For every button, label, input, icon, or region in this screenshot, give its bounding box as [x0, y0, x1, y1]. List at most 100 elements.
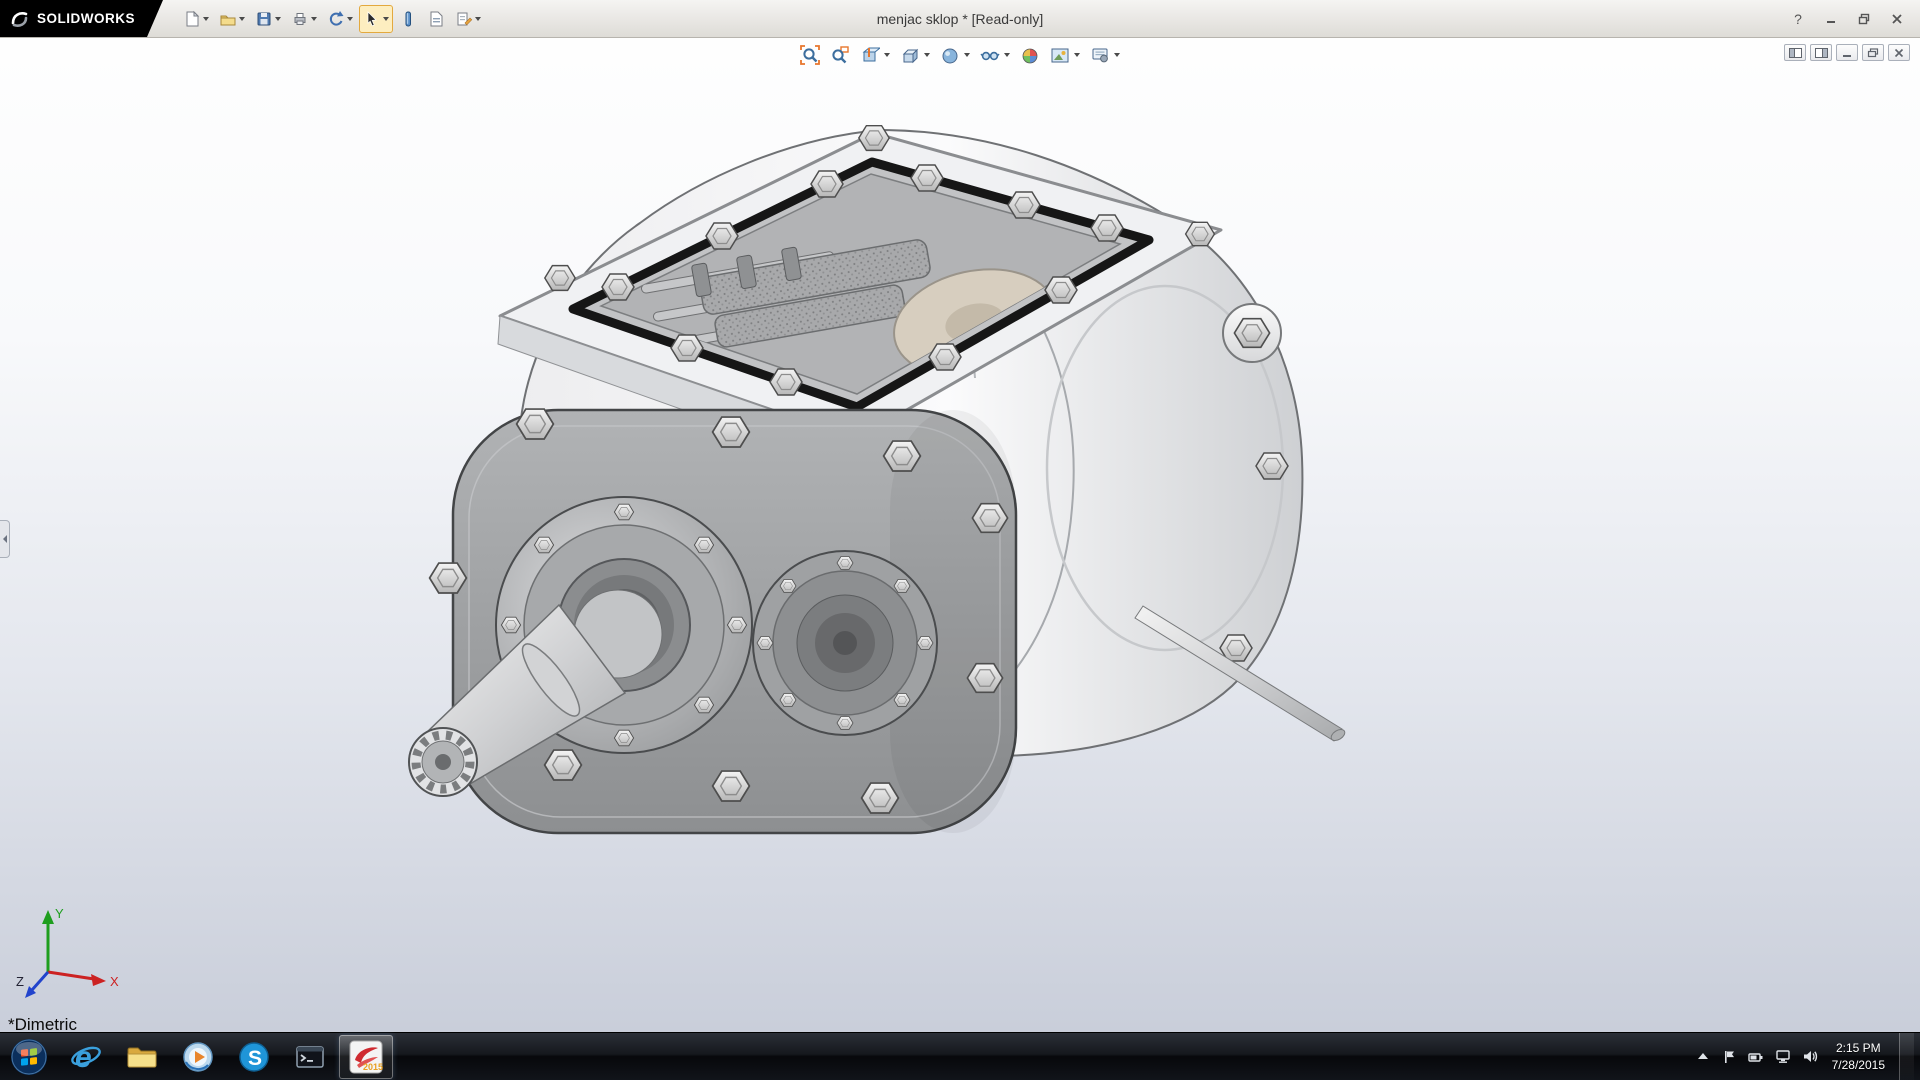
solidworks-window: SOLIDWORKS: [0, 0, 1920, 1080]
undo-button[interactable]: [323, 5, 357, 33]
zoom-to-area-icon: [830, 45, 850, 65]
svg-text:e: e: [75, 1041, 92, 1074]
power-options-button[interactable]: [1747, 1050, 1765, 1064]
view-orientation-button[interactable]: [897, 43, 933, 67]
doc-close-button[interactable]: [1888, 44, 1910, 61]
solidworks-brand: SOLIDWORKS: [0, 0, 163, 37]
quick-access-toolbar: [179, 5, 485, 33]
clock-date: 7/28/2015: [1832, 1057, 1885, 1073]
dropdown-caret: [475, 17, 481, 21]
save-button[interactable]: [251, 5, 285, 33]
pane-right-button[interactable]: [1810, 44, 1832, 61]
x-axis-arrow: [91, 974, 106, 986]
restore-button[interactable]: [1849, 7, 1879, 31]
dropdown-caret: [383, 17, 389, 21]
taskbar-app-media-player[interactable]: [171, 1035, 225, 1079]
dropdown-caret: [1004, 53, 1010, 57]
display-style-button[interactable]: [937, 43, 973, 67]
undo-icon: [327, 10, 345, 28]
dropdown-caret: [884, 53, 890, 57]
edit-appearance-ball-button[interactable]: [1017, 43, 1043, 67]
doc-minimize-button[interactable]: [1836, 44, 1858, 61]
open-folder-icon: [219, 10, 237, 28]
dropdown-caret: [311, 17, 317, 21]
select-tool-button[interactable]: [359, 5, 393, 33]
z-axis-label: Z: [16, 974, 24, 989]
heads-up-view-toolbar: [791, 41, 1129, 69]
brand-label: SOLIDWORKS: [37, 11, 135, 26]
pane-left-button[interactable]: [1784, 44, 1806, 61]
apply-scene-button[interactable]: [1047, 43, 1083, 67]
window-title: menjac sklop * [Read-only]: [877, 11, 1044, 27]
minimize-icon: [1825, 13, 1837, 25]
dropdown-caret: [964, 53, 970, 57]
dropdown-caret: [239, 17, 245, 21]
section-view-icon: [860, 45, 880, 65]
taskbar-app-blue-s[interactable]: S: [227, 1035, 281, 1079]
dropdown-caret: [924, 53, 930, 57]
start-button[interactable]: [0, 1033, 58, 1080]
dassault-systemes-logo: [10, 9, 30, 29]
zoom-to-area-button[interactable]: [827, 43, 853, 67]
print-button[interactable]: [287, 5, 321, 33]
network-monitor-icon: [1775, 1049, 1792, 1064]
close-button[interactable]: [1882, 7, 1912, 31]
graphics-area[interactable]: Y X Z *Dimetric: [0, 38, 1920, 1032]
select-cursor-icon: [363, 10, 381, 28]
taskbar-app-windows-explorer[interactable]: [115, 1035, 169, 1079]
svg-text:S: S: [248, 1047, 262, 1070]
gearbox-housing[interactable]: [409, 126, 1347, 833]
blue-s-app-icon: S: [237, 1040, 271, 1074]
battery-icon: [1747, 1050, 1765, 1064]
action-center-button[interactable]: [1721, 1049, 1737, 1065]
close-icon: [1891, 13, 1903, 25]
x-axis-label: X: [110, 974, 119, 989]
taskbar-clock[interactable]: 2:15 PM 7/28/2015: [1828, 1040, 1889, 1072]
secondary-boss[interactable]: [753, 551, 937, 735]
zoom-to-fit-button[interactable]: [797, 43, 823, 67]
dropdown-caret: [1114, 53, 1120, 57]
pane-left-icon: [1789, 48, 1802, 58]
gearbox-3d-model[interactable]: [0, 38, 1920, 1032]
section-view-button[interactable]: [857, 43, 893, 67]
help-button[interactable]: ?: [1783, 7, 1813, 31]
show-desktop-button[interactable]: [1899, 1033, 1914, 1080]
dropdown-caret: [1074, 53, 1080, 57]
system-tray: 2:15 PM 7/28/2015: [1695, 1033, 1920, 1080]
dropdown-caret: [347, 17, 353, 21]
network-status-button[interactable]: [1775, 1049, 1792, 1064]
minimize-button[interactable]: [1816, 7, 1846, 31]
view-settings-icon: [1090, 45, 1110, 65]
doc-restore-icon: [1867, 48, 1879, 58]
edit-appearance-button[interactable]: [395, 5, 421, 33]
restore-icon: [1858, 13, 1870, 25]
solidworks-icon: 2015: [349, 1040, 383, 1074]
zoom-to-fit-icon: [800, 45, 820, 65]
options-button[interactable]: [451, 5, 485, 33]
taskbar-app-solidworks[interactable]: 2015: [339, 1035, 393, 1079]
view-settings-button[interactable]: [1087, 43, 1123, 67]
pane-right-icon: [1815, 48, 1828, 58]
save-icon: [255, 10, 273, 28]
folder-icon: [125, 1040, 159, 1074]
open-button[interactable]: [215, 5, 249, 33]
svg-text:2015: 2015: [363, 1062, 383, 1072]
feature-manager-collapsed-tab[interactable]: [0, 520, 10, 558]
orientation-triad[interactable]: Y X Z: [14, 894, 134, 1014]
show-hidden-icons-button[interactable]: [1695, 1050, 1711, 1064]
speaker-icon: [1802, 1049, 1818, 1064]
flag-icon: [1721, 1049, 1737, 1065]
dropdown-caret: [275, 17, 281, 21]
options-icon: [455, 10, 473, 28]
collapse-arrow-icon: [3, 535, 7, 543]
volume-button[interactable]: [1802, 1049, 1818, 1064]
file-properties-button[interactable]: [423, 5, 449, 33]
command-prompt-icon: [293, 1040, 327, 1074]
hide-show-items-button[interactable]: [977, 43, 1013, 67]
internet-explorer-icon: e: [69, 1040, 103, 1074]
hide-show-items-icon: [980, 45, 1000, 65]
taskbar-app-command-prompt[interactable]: [283, 1035, 337, 1079]
new-document-button[interactable]: [179, 5, 213, 33]
doc-restore-button[interactable]: [1862, 44, 1884, 61]
taskbar-app-internet-explorer[interactable]: e: [59, 1035, 113, 1079]
